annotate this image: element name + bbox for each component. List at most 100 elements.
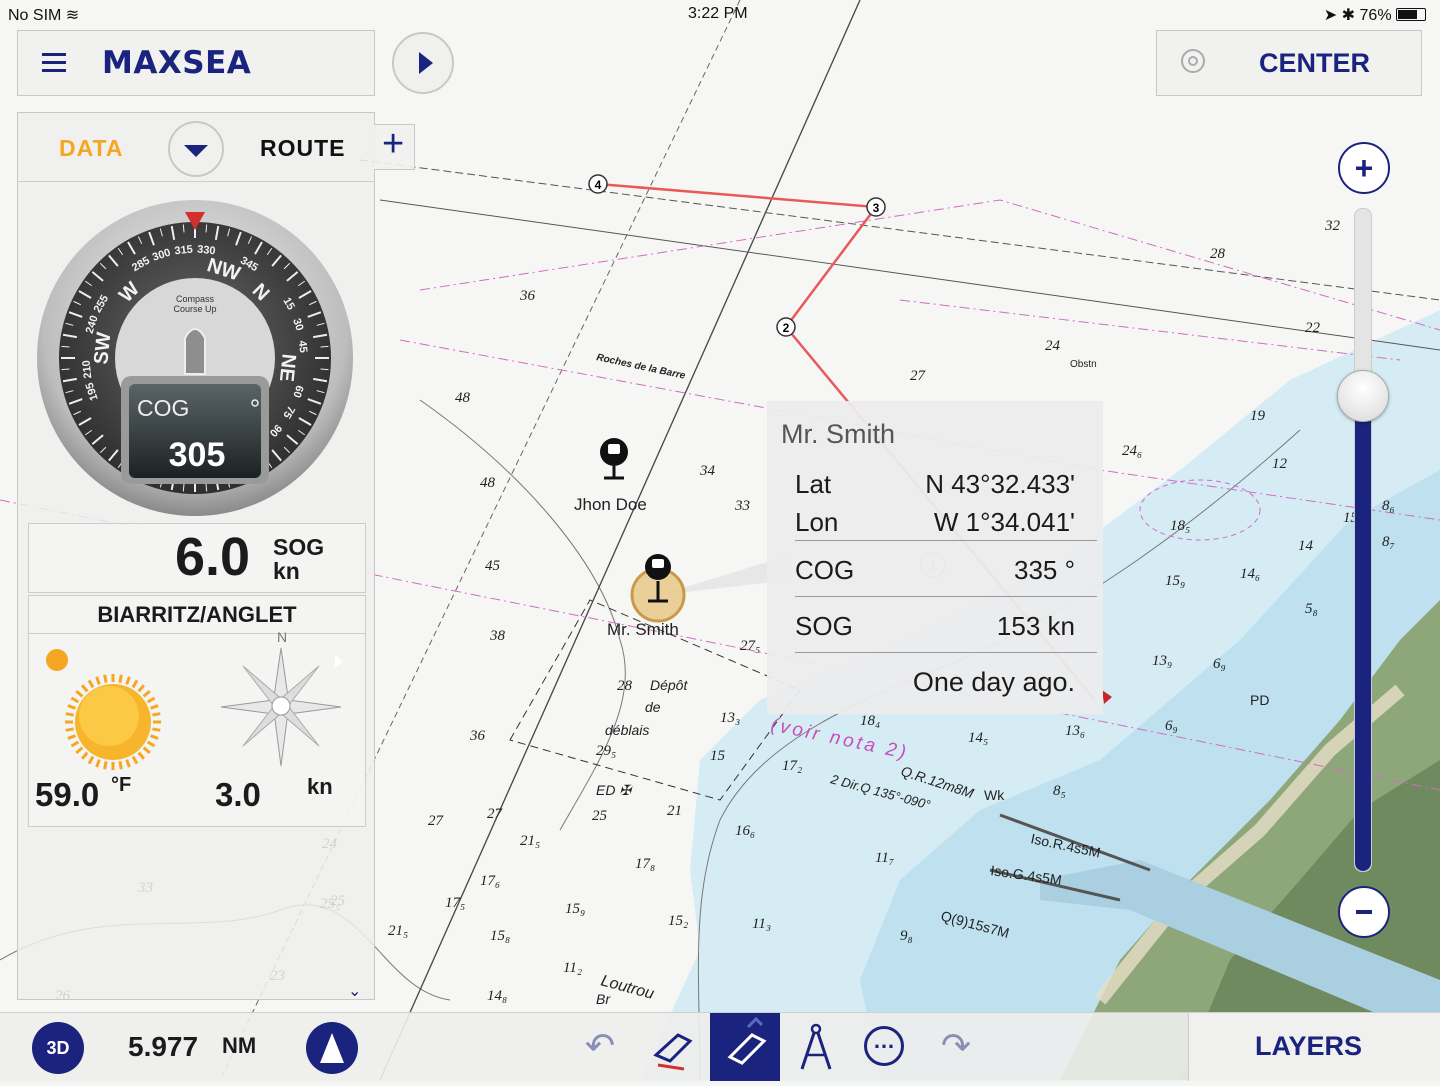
depth-sounding: 8₇ [1382, 534, 1395, 550]
zoom-slider-thumb[interactable] [1337, 370, 1389, 422]
depth-sounding: 8₆ [1382, 498, 1395, 514]
zoom-in-button[interactable]: + [1338, 142, 1390, 194]
depth-sounding: 6₉ [1165, 718, 1178, 734]
depth-sounding: 14₈ [487, 988, 507, 1004]
wifi-icon: ≋ [65, 7, 80, 24]
bluetooth-icon: ✱ [1341, 7, 1356, 24]
depth-sounding: 15₂ [668, 913, 688, 929]
undo-icon: ↶ [584, 1025, 616, 1066]
battery-status: ➤ ✱ 76% [1324, 5, 1426, 25]
popup-cog-row: COG 335 ° [795, 555, 1075, 585]
ais-targets-button[interactable] [710, 1013, 780, 1081]
app-logo: MAXSEA [102, 45, 252, 81]
depth-sounding: 27 [487, 806, 504, 822]
depth-sounding: 28 [1210, 246, 1226, 262]
zoom-slider-track[interactable] [1354, 208, 1372, 872]
add-tab-button[interactable]: + [374, 123, 415, 170]
depth-sounding: 15₈ [490, 928, 510, 944]
undo-button[interactable]: ↶ [580, 1025, 620, 1069]
depth-sounding: 17₅ [445, 895, 465, 911]
popup-divider [795, 652, 1097, 653]
status-bar: No SIM ≋ 3:22 PM ➤ ✱ 76% [0, 0, 1440, 28]
depth-sounding: 45 [485, 558, 501, 574]
cog-label: COG [137, 395, 189, 421]
annot-br: Br [596, 991, 611, 1007]
location-arrow-icon: ➤ [1323, 7, 1338, 24]
north-up-button[interactable] [306, 1022, 358, 1074]
boat-icon [184, 328, 206, 375]
depth-sounding: 14₅ [968, 730, 988, 746]
tab-route[interactable]: ROUTE [260, 135, 346, 162]
compass-divider-icon [800, 1023, 832, 1070]
depth-sounding: 21₅ [520, 833, 540, 849]
compass-gauge: 195210SW240255 W285 300 315 330NW345N 153045N… [37, 200, 353, 516]
chevron-down-icon [184, 145, 208, 157]
annot-obstn: Obstn [1070, 359, 1097, 370]
redo-icon: ↷ [940, 1025, 972, 1066]
depth-sounding: 18₅ [1170, 518, 1190, 534]
depth-sounding: 36 [519, 288, 536, 304]
depth-sounding: 32 [1324, 218, 1341, 234]
depth-sounding: 17₈ [635, 856, 655, 872]
depth-sounding: 13₃ [720, 710, 740, 726]
boat-track-icon [653, 1033, 693, 1071]
depth-sounding: 13₆ [1065, 723, 1085, 739]
depth-sounding: 5₈ [1305, 601, 1318, 617]
status-time: 3:22 PM [688, 5, 748, 22]
view-3d-button[interactable]: 3D [32, 1022, 84, 1074]
expand-panel-button[interactable] [392, 32, 454, 94]
annot-depot1: Dépôt [650, 677, 688, 693]
waypoint-3-label: 3 [873, 201, 880, 215]
depth-sounding: 19 [1250, 408, 1266, 424]
depth-sounding: 28 [617, 678, 633, 694]
depth-sounding: 8₅ [1053, 783, 1066, 799]
depth-sounding: 18₄ [860, 713, 880, 729]
depth-sounding: 15 [710, 748, 726, 764]
annot-wk: Wk [984, 787, 1005, 803]
popup-divider [795, 596, 1097, 597]
annot-depot2: de [645, 699, 661, 715]
menu-icon[interactable] [42, 53, 66, 72]
sog-unit: kn [273, 558, 300, 584]
depth-sounding: 9₈ [900, 928, 913, 944]
popup-lon-row: Lon W 1°34.041' [795, 507, 1075, 537]
zoom-out-button[interactable] [1338, 886, 1390, 938]
waypoint-4-label: 4 [595, 178, 602, 192]
measure-button[interactable] [796, 1021, 836, 1075]
temperature-value: 59.0 [35, 776, 100, 813]
tab-data[interactable]: DATA [59, 135, 123, 162]
wind-speed-value: 3.0 [215, 776, 261, 813]
wind-speed-unit: kn [307, 774, 333, 799]
compass-ring-label: 45 [296, 340, 309, 353]
compass-subtitle-1: Compass [176, 294, 215, 304]
depth-sounding: 11₃ [752, 916, 771, 932]
bottom-toolbar: 3D 5.977 NM ↶ … ↷ LAYERS [0, 1012, 1440, 1081]
depth-sounding: 12 [1272, 456, 1288, 472]
panel-tabs: DATA ROUTE [18, 113, 374, 182]
compass-subtitle-2: Course Up [173, 304, 216, 314]
redo-button[interactable]: ↷ [936, 1025, 976, 1069]
center-label: CENTER [1259, 48, 1371, 78]
depth-sounding: 25 [592, 808, 608, 824]
own-ship-button[interactable] [648, 1021, 698, 1075]
depth-sounding: 27₅ [740, 638, 760, 654]
depth-sounding: 24₆ [1122, 443, 1142, 459]
more-button[interactable]: … [864, 1026, 904, 1066]
chevron-down-icon[interactable]: ⌄ [348, 981, 361, 1001]
depth-sounding: 22 [1305, 320, 1321, 336]
depth-sounding: 36 [469, 728, 486, 744]
depth-sounding: 14 [1298, 538, 1314, 554]
layers-button[interactable]: LAYERS [1188, 1013, 1440, 1081]
depth-sounding: 48 [455, 390, 471, 406]
popup-divider [795, 540, 1097, 541]
depth-sounding: 11₂ [563, 960, 582, 976]
center-button[interactable]: CENTER [1156, 30, 1422, 96]
compass-ring-label: 315 [174, 244, 194, 258]
depth-sounding: 11₇ [875, 850, 894, 866]
distance-value: 5.977 [128, 1031, 199, 1062]
target-info-popup[interactable]: Mr. Smith Lat N 43°32.433' Lon W 1°34.041'… [767, 401, 1103, 714]
depth-sounding: 15₉ [565, 901, 585, 917]
tab-dropdown-button[interactable] [168, 121, 224, 177]
plus-icon: + [1354, 150, 1374, 186]
popup-title: Mr. Smith [781, 419, 896, 449]
